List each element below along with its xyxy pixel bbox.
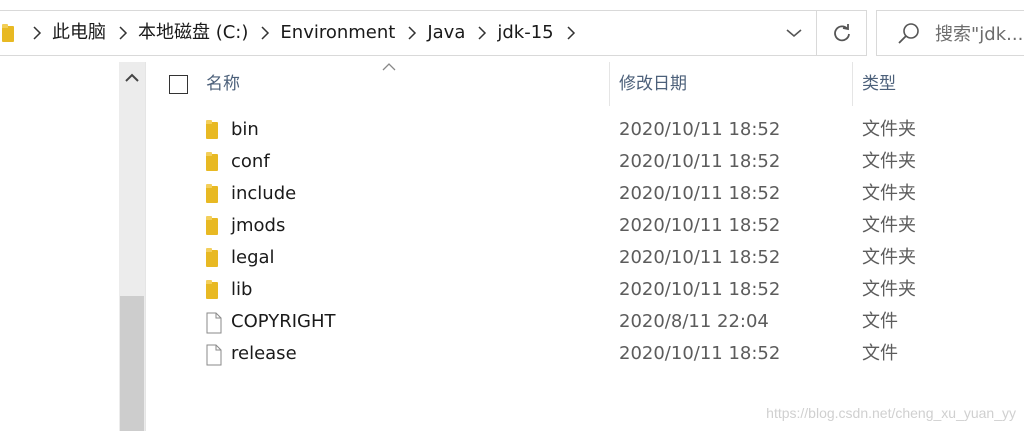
search-icon xyxy=(898,23,919,44)
folder-icon xyxy=(204,120,224,140)
file-list: bin 2020/10/11 18:52 文件夹 conf 2020/10/11… xyxy=(146,114,1024,370)
chevron-right-icon[interactable] xyxy=(471,11,493,55)
file-type: 文件夹 xyxy=(862,247,916,268)
breadcrumb-item[interactable]: 本地磁盘 (C:) xyxy=(134,11,254,55)
file-type: 文件 xyxy=(862,311,898,332)
folder-icon xyxy=(204,152,224,172)
file-row[interactable]: legal 2020/10/11 18:52 文件夹 xyxy=(146,242,1024,274)
breadcrumb-item[interactable]: Environment xyxy=(276,11,401,55)
breadcrumb-item[interactable]: 此电脑 xyxy=(48,11,112,55)
file-date: 2020/10/11 18:52 xyxy=(619,183,781,204)
file-icon xyxy=(204,312,224,334)
breadcrumb: 此电脑 本地磁盘 (C:) Environment Java jdk-15 xyxy=(0,11,582,55)
folder-icon xyxy=(2,23,18,43)
scrollbar-thumb[interactable] xyxy=(120,296,144,431)
file-name: include xyxy=(231,183,297,204)
file-type: 文件夹 xyxy=(862,183,916,204)
file-type: 文件夹 xyxy=(862,151,916,172)
file-name: release xyxy=(231,343,297,364)
chevron-right-icon[interactable] xyxy=(26,11,48,55)
file-date: 2020/10/11 18:52 xyxy=(619,247,781,268)
chevron-up-icon xyxy=(125,73,139,82)
history-dropdown-button[interactable] xyxy=(772,11,816,55)
file-type: 文件 xyxy=(862,343,898,364)
file-name: bin xyxy=(231,119,259,140)
file-type: 文件夹 xyxy=(862,215,916,236)
folder-icon xyxy=(204,184,224,204)
column-header-row: 名称 修改日期 类型 xyxy=(146,62,1024,106)
search-input[interactable]: 搜索"jdk... xyxy=(876,10,1024,56)
folder-icon xyxy=(204,280,224,300)
column-header-type[interactable]: 类型 xyxy=(862,62,896,106)
folder-icon xyxy=(204,248,224,268)
chevron-right-icon[interactable] xyxy=(254,11,276,55)
file-date: 2020/10/11 18:52 xyxy=(619,119,781,140)
file-row[interactable]: conf 2020/10/11 18:52 文件夹 xyxy=(146,146,1024,178)
watermark: https://blog.csdn.net/cheng_xu_yuan_yy xyxy=(766,405,1016,421)
file-type: 文件夹 xyxy=(862,279,916,300)
column-header-date[interactable]: 修改日期 xyxy=(619,62,687,106)
file-date: 2020/10/11 18:52 xyxy=(619,215,781,236)
address-row: 此电脑 本地磁盘 (C:) Environment Java jdk-15 搜索… xyxy=(0,0,1024,66)
file-type: 文件夹 xyxy=(862,119,916,140)
column-divider[interactable] xyxy=(609,62,610,106)
column-header-name[interactable]: 名称 xyxy=(206,62,240,106)
file-date: 2020/8/11 22:04 xyxy=(619,311,769,332)
file-date: 2020/10/11 18:52 xyxy=(619,151,781,172)
file-name: lib xyxy=(231,279,253,300)
search-placeholder: 搜索"jdk... xyxy=(935,24,1024,45)
refresh-button[interactable] xyxy=(816,11,866,55)
select-all-checkbox[interactable] xyxy=(169,75,188,94)
file-name: jmods xyxy=(231,215,286,236)
chevron-right-icon[interactable] xyxy=(112,11,134,55)
file-row[interactable]: include 2020/10/11 18:52 文件夹 xyxy=(146,178,1024,210)
scroll-up-button[interactable] xyxy=(119,62,145,92)
file-name: COPYRIGHT xyxy=(231,311,336,332)
chevron-right-icon[interactable] xyxy=(401,11,423,55)
nav-pane-scrollbar[interactable] xyxy=(119,62,145,431)
file-icon xyxy=(204,344,224,366)
file-row[interactable]: COPYRIGHT 2020/8/11 22:04 文件 xyxy=(146,306,1024,338)
folder-icon xyxy=(204,216,224,236)
address-bar[interactable]: 此电脑 本地磁盘 (C:) Environment Java jdk-15 xyxy=(0,10,867,56)
breadcrumb-item[interactable]: Java xyxy=(423,11,471,55)
file-name: legal xyxy=(231,247,275,268)
refresh-icon xyxy=(833,24,850,42)
breadcrumb-item[interactable]: jdk-15 xyxy=(493,11,559,55)
chevron-right-icon[interactable] xyxy=(560,11,582,55)
file-date: 2020/10/11 18:52 xyxy=(619,279,781,300)
column-divider[interactable] xyxy=(852,62,853,106)
file-row[interactable]: lib 2020/10/11 18:52 文件夹 xyxy=(146,274,1024,306)
sort-ascending-icon xyxy=(382,63,396,71)
file-row[interactable]: jmods 2020/10/11 18:52 文件夹 xyxy=(146,210,1024,242)
file-name: conf xyxy=(231,151,270,172)
file-row[interactable]: release 2020/10/11 18:52 文件 xyxy=(146,338,1024,370)
chevron-down-icon xyxy=(786,29,802,38)
file-date: 2020/10/11 18:52 xyxy=(619,343,781,364)
file-row[interactable]: bin 2020/10/11 18:52 文件夹 xyxy=(146,114,1024,146)
